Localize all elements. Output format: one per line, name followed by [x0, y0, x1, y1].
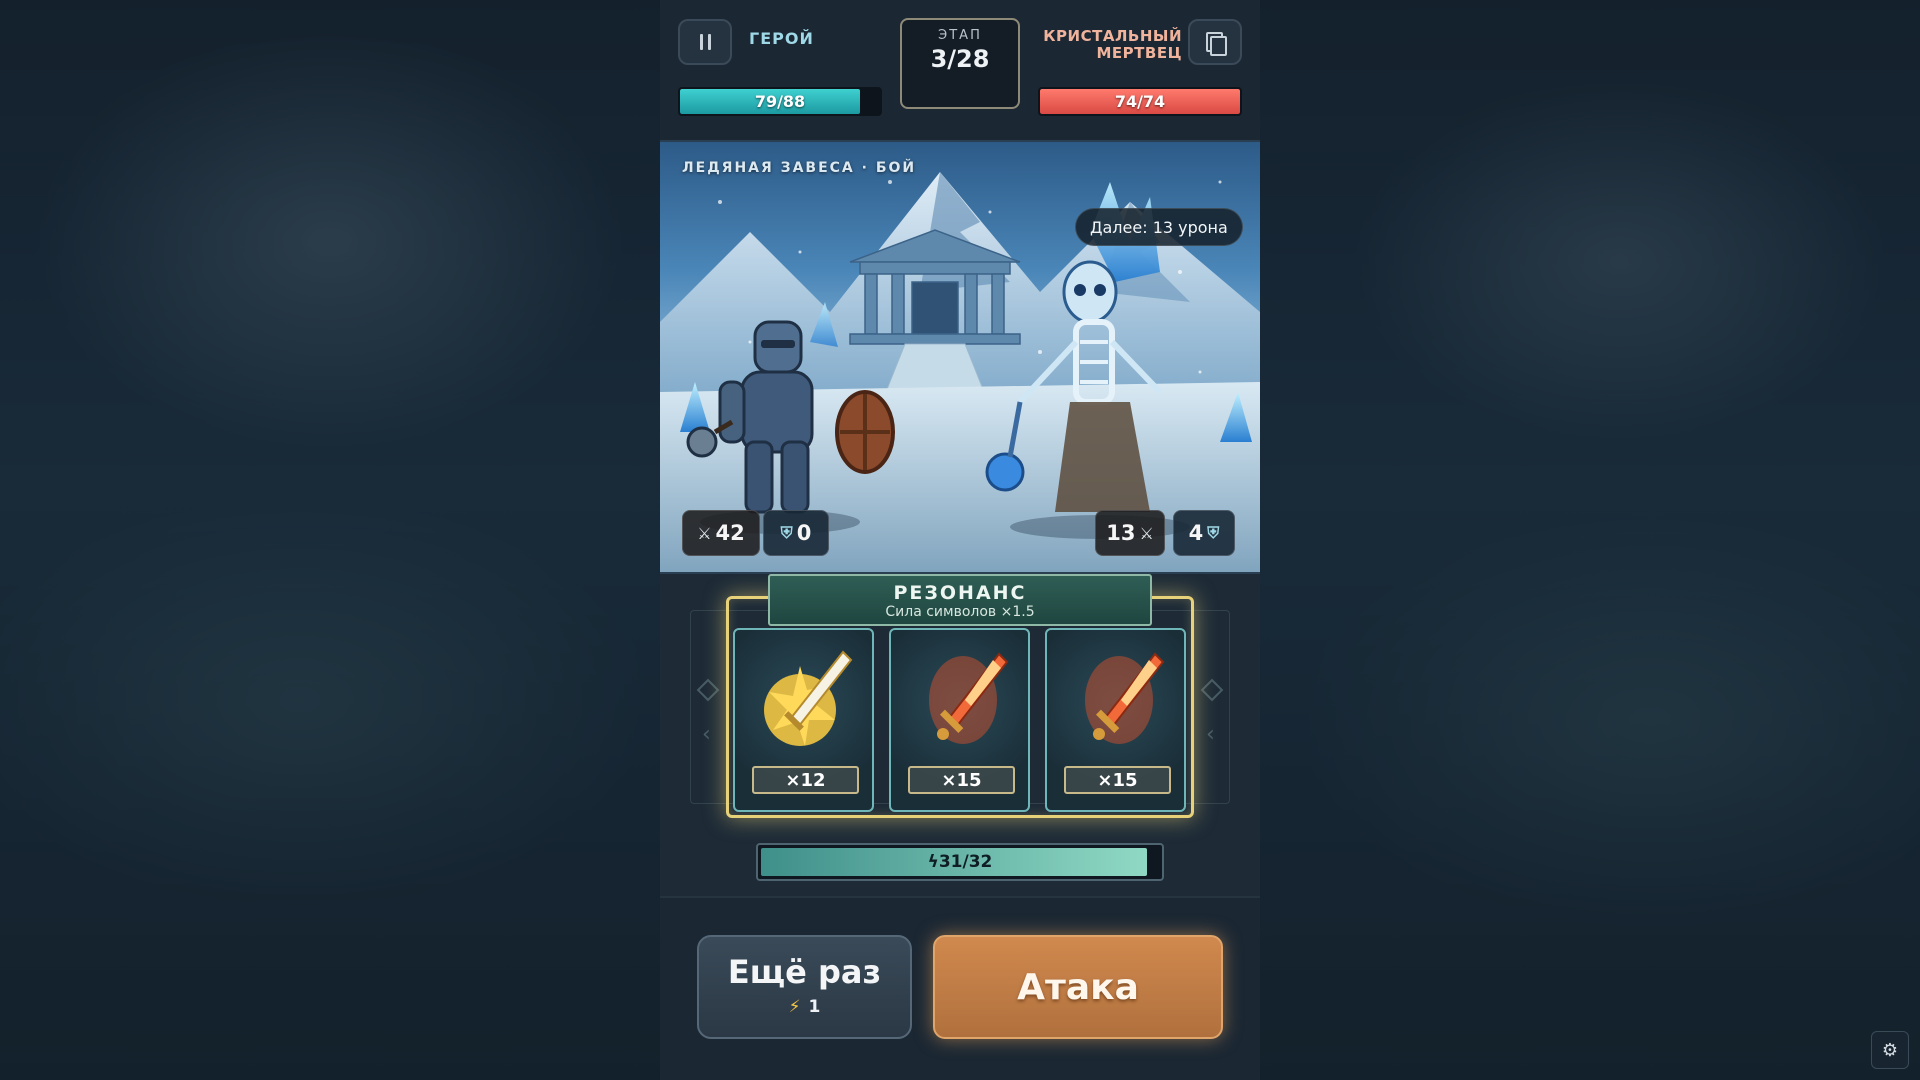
- sword-icon: ⚔: [697, 523, 712, 543]
- pause-button[interactable]: [678, 19, 732, 65]
- hero-health-text: 79/88: [754, 92, 806, 111]
- respin-cost: ⚡ 1: [699, 997, 910, 1017]
- action-bar: Ещё раз ⚡ 1 Атака: [660, 896, 1260, 1080]
- symbol-multiplier: ×12: [752, 766, 859, 794]
- stage-value: 3/28: [930, 45, 990, 73]
- respin-button[interactable]: Ещё раз ⚡ 1: [697, 935, 912, 1039]
- enemy-health-bar: 74/74: [1038, 87, 1242, 116]
- energy-text: ϟ 31/32: [758, 845, 1162, 879]
- enemy-name: КРИСТАЛЬНЫЙ МЕРТВЕЦ: [1043, 27, 1182, 62]
- chevron-left-icon: ‹: [702, 722, 711, 747]
- slot-reel-area: ‹ ‹ РЕЗОНАНС Сила символов ×1.5 ×12 ×15 …: [660, 574, 1260, 896]
- resonance-subtitle: Сила символов ×1.5: [885, 604, 1035, 620]
- symbol-multiplier: ×15: [908, 766, 1015, 794]
- stage-indicator: ЭТАП 3/28: [900, 18, 1020, 109]
- lightning-icon: ⚡: [788, 997, 801, 1017]
- battle-scene: ЛЕДЯНАЯ ЗАВЕСА · БОЙ Далее: 13 урона ⚔ 4…: [660, 140, 1260, 574]
- game-screen: ГЕРОЙ ЭТАП 3/28 КРИСТАЛЬНЫЙ МЕРТВЕЦ 79/8…: [660, 0, 1260, 1080]
- hero-attack-chip: ⚔ 42: [682, 510, 760, 556]
- location-title: ЛЕДЯНАЯ ЗАВЕСА · БОЙ: [682, 160, 917, 176]
- enemy-defense-chip: 4 ⛨: [1173, 510, 1235, 556]
- enemy-defense-value: 4: [1188, 521, 1204, 545]
- energy-bar: ϟ 31/32: [756, 843, 1164, 881]
- symbol-multiplier: ×15: [1064, 766, 1171, 794]
- battle-header: ГЕРОЙ ЭТАП 3/28 КРИСТАЛЬНЫЙ МЕРТВЕЦ 79/8…: [660, 0, 1260, 140]
- hero-name: ГЕРОЙ: [749, 29, 814, 48]
- hero-health-bar: 79/88: [678, 87, 882, 116]
- reel-slot-3[interactable]: ×15: [1045, 628, 1186, 812]
- enemy-health-text: 74/74: [1114, 92, 1166, 111]
- respin-label: Ещё раз: [727, 953, 882, 991]
- fire-sword-icon: [929, 652, 1009, 744]
- resonance-banner: РЕЗОНАНС Сила символов ×1.5: [768, 574, 1152, 626]
- reel-slot-2[interactable]: ×15: [889, 628, 1030, 812]
- sword-icon: ⚔: [1139, 523, 1154, 543]
- fire-sword-icon: [1085, 652, 1165, 744]
- pause-icon: [699, 34, 711, 50]
- respin-cost-value: 1: [808, 997, 821, 1017]
- holy-sword-icon: [764, 650, 853, 746]
- hero-defense-value: 0: [796, 521, 812, 545]
- energy-value: 31/32: [938, 852, 993, 872]
- settings-button[interactable]: ⚙: [1871, 1031, 1909, 1069]
- shield-icon: ⛨: [780, 523, 793, 542]
- cards-icon: [1206, 32, 1227, 56]
- gear-icon: ⚙: [1881, 1039, 1899, 1061]
- enemy-intent-badge: Далее: 13 урона: [1075, 208, 1243, 246]
- hero-attack-value: 42: [715, 521, 745, 545]
- reel-slot-1[interactable]: ×12: [733, 628, 874, 812]
- bolt-icon: ϟ: [927, 852, 939, 872]
- shield-icon: ⛨: [1207, 523, 1220, 542]
- stage-label: ЭТАП: [938, 28, 982, 43]
- hero-defense-chip: ⛨ 0: [763, 510, 829, 556]
- resonance-title: РЕЗОНАНС: [893, 582, 1027, 604]
- enemy-attack-value: 13: [1106, 521, 1136, 545]
- chevron-right-icon: ‹: [1206, 722, 1215, 747]
- enemy-attack-chip: 13 ⚔: [1095, 510, 1165, 556]
- attack-button[interactable]: Атака: [933, 935, 1223, 1039]
- deck-button[interactable]: [1188, 19, 1242, 65]
